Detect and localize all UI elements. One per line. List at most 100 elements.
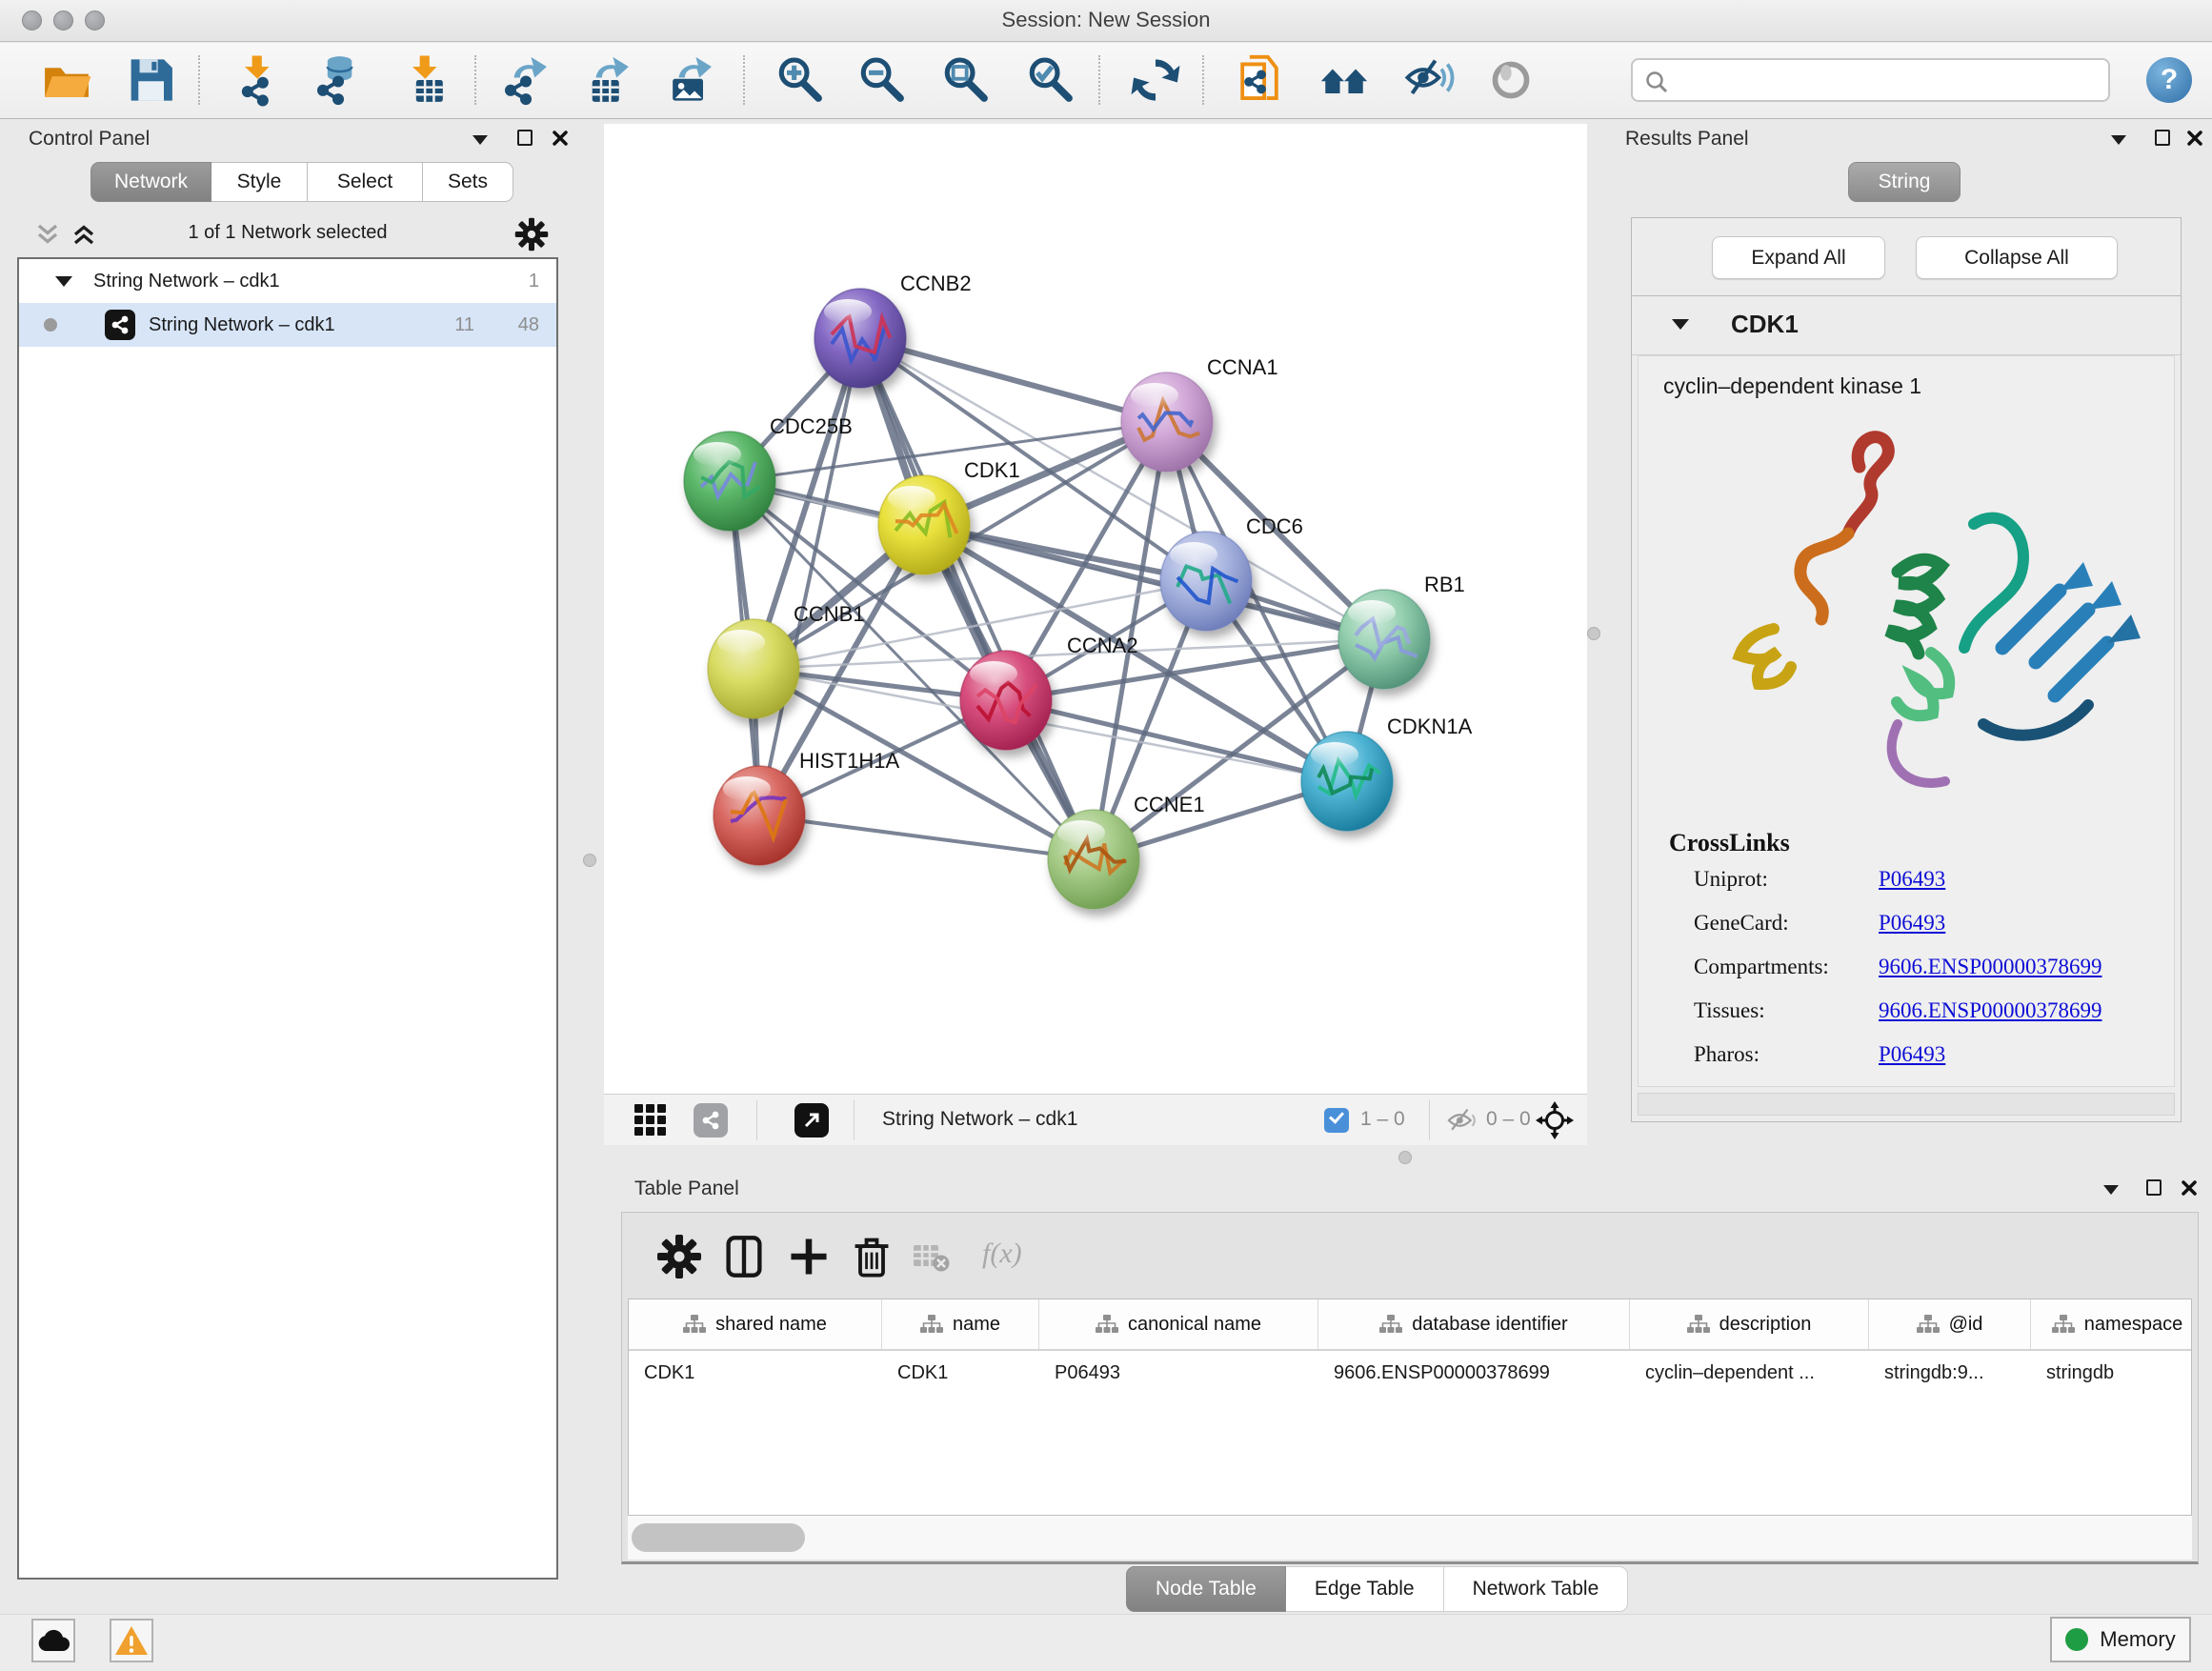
export-network-button[interactable] — [498, 53, 552, 107]
clone-network-button[interactable] — [1233, 53, 1286, 107]
zoom-out-button[interactable] — [855, 53, 909, 107]
string-view-icon[interactable] — [694, 1103, 728, 1137]
tab-style[interactable]: Style — [211, 162, 308, 202]
cdk1-entry-header[interactable]: CDK1 — [1632, 296, 2181, 355]
network-view[interactable]: CCNB2 CCNA1 CDC25B CDK1 CDC6 RB1 CCNB1 C… — [604, 124, 1587, 1094]
home-button[interactable] — [1317, 53, 1371, 107]
maximize-panel-icon[interactable] — [2155, 130, 2170, 146]
export-table-button[interactable] — [580, 53, 633, 107]
export-image-button[interactable] — [663, 53, 716, 107]
cloud-status-button[interactable] — [31, 1619, 75, 1662]
hide-selected-button[interactable] — [1401, 53, 1455, 107]
network-collection-row[interactable]: String Network – cdk1 1 — [19, 259, 556, 303]
crosslink-link[interactable]: P06493 — [1879, 911, 1945, 936]
add-column-icon[interactable] — [786, 1234, 832, 1279]
tab-network-table[interactable]: Network Table — [1444, 1566, 1629, 1612]
table-settings-gear-icon[interactable] — [656, 1234, 702, 1279]
float-panel-icon[interactable] — [473, 135, 488, 145]
hidden-eye-icon — [1444, 1106, 1478, 1135]
column-header-canonical-name[interactable]: canonical name — [1039, 1299, 1318, 1349]
crosslink-link[interactable]: 9606.ENSP00000378699 — [1879, 998, 2102, 1023]
tab-node-table[interactable]: Node Table — [1126, 1566, 1286, 1612]
table-hscrollbar-thumb[interactable] — [632, 1523, 805, 1552]
tab-string[interactable]: String — [1848, 162, 1961, 202]
help-button[interactable]: ? — [2146, 57, 2192, 103]
close-panel-icon[interactable] — [2186, 130, 2203, 147]
table-panel-body: f(x) shared namenamecanonical namedataba… — [621, 1212, 2199, 1564]
zoom-fit-button[interactable] — [939, 53, 993, 107]
column-header-shared-name[interactable]: shared name — [629, 1299, 882, 1349]
network-node-ccna1[interactable]: CCNA1 — [1121, 355, 1278, 472]
network-node-ccnb1[interactable]: CCNB1 — [708, 602, 865, 718]
network-node-ccnb2[interactable]: CCNB2 — [814, 272, 972, 388]
navigator-icon[interactable] — [1536, 1101, 1574, 1139]
float-panel-icon[interactable] — [2103, 1185, 2119, 1195]
network-edge[interactable] — [860, 338, 1167, 422]
gene-description: cyclin–dependent kinase 1 — [1663, 373, 1921, 399]
right-splitter-handle[interactable] — [1587, 627, 1600, 640]
string-network-graph[interactable]: CCNB2 CCNA1 CDC25B CDK1 CDC6 RB1 CCNB1 C… — [604, 124, 1587, 1094]
network-node-cdkn1a[interactable]: CDKN1A — [1301, 715, 1473, 831]
network-row[interactable]: String Network – cdk1 11 48 — [19, 303, 556, 347]
tab-network[interactable]: Network — [90, 162, 211, 202]
import-network-database-button[interactable] — [311, 53, 364, 107]
import-network-button[interactable] — [231, 53, 285, 107]
open-session-button[interactable] — [40, 53, 93, 107]
grid-view-icon[interactable] — [634, 1104, 666, 1136]
export-table-icon — [580, 53, 633, 107]
search-input[interactable] — [1677, 62, 2105, 98]
network-node-cdk1[interactable]: CDK1 — [878, 458, 1020, 574]
protein-structure-image — [1659, 410, 2155, 819]
column-header-namespace[interactable]: namespace — [2031, 1299, 2192, 1349]
network-edge[interactable] — [860, 338, 1094, 859]
crosslink-link[interactable]: P06493 — [1879, 1042, 1945, 1067]
column-header-name[interactable]: name — [882, 1299, 1039, 1349]
expand-all-button[interactable]: Expand All — [1712, 236, 1885, 279]
table-hscrollbar[interactable] — [628, 1516, 2192, 1560]
left-splitter-handle[interactable] — [583, 854, 596, 867]
collection-expander-icon[interactable] — [55, 276, 72, 287]
warnings-button[interactable] — [110, 1619, 153, 1662]
entry-expander-icon[interactable] — [1672, 319, 1689, 330]
maximize-panel-icon[interactable] — [517, 130, 533, 146]
selected-counts: 1 – 0 — [1360, 1108, 1405, 1131]
selected-checkbox[interactable] — [1324, 1108, 1349, 1133]
float-panel-icon[interactable] — [2111, 135, 2126, 145]
network-node-rb1[interactable]: RB1 — [1338, 573, 1465, 689]
tab-sets[interactable]: Sets — [423, 162, 513, 202]
bottom-splitter-handle[interactable] — [1398, 1151, 1412, 1164]
zoom-selected-button[interactable] — [1024, 53, 1077, 107]
node-table[interactable]: shared namenamecanonical namedatabase id… — [628, 1299, 2192, 1516]
table-cell: CDK1 — [882, 1351, 1039, 1395]
tab-select[interactable]: Select — [308, 162, 423, 202]
toggle-columns-icon[interactable] — [721, 1234, 767, 1279]
zoom-in-button[interactable] — [774, 53, 827, 107]
column-header--id[interactable]: @id — [1869, 1299, 2031, 1349]
save-session-button[interactable] — [124, 53, 177, 107]
collapse-all-button[interactable]: Collapse All — [1916, 236, 2118, 279]
detach-view-icon[interactable] — [794, 1103, 829, 1137]
network-node-hist1h1a[interactable]: HIST1H1A — [714, 749, 899, 865]
show-all-button[interactable] — [1484, 53, 1538, 107]
import-table-button[interactable] — [399, 53, 452, 107]
network-edge[interactable] — [759, 815, 1094, 859]
table-row[interactable]: CDK1CDK1P064939606.ENSP00000378699cyclin… — [629, 1351, 2191, 1395]
maximize-panel-icon[interactable] — [2146, 1179, 2162, 1196]
close-panel-icon[interactable] — [2181, 1179, 2198, 1197]
node-label: RB1 — [1424, 573, 1465, 596]
gear-icon[interactable] — [514, 217, 549, 252]
refresh-button[interactable] — [1129, 53, 1182, 107]
column-header-database-identifier[interactable]: database identifier — [1318, 1299, 1630, 1349]
delete-column-icon[interactable] — [849, 1234, 895, 1279]
memory-button[interactable]: Memory — [2050, 1617, 2191, 1662]
column-header-description[interactable]: description — [1630, 1299, 1869, 1349]
crosslink-link[interactable]: 9606.ENSP00000378699 — [1879, 955, 2102, 979]
node-label: CDC6 — [1246, 514, 1303, 538]
close-panel-icon[interactable] — [552, 130, 569, 147]
clear-table-icon — [910, 1234, 952, 1279]
network-edge[interactable] — [759, 338, 860, 815]
crosslink-link[interactable]: P06493 — [1879, 867, 1945, 892]
tab-edge-table[interactable]: Edge Table — [1286, 1566, 1444, 1612]
results-scrollbar[interactable] — [1638, 1093, 2175, 1116]
search-field[interactable] — [1631, 58, 2110, 102]
